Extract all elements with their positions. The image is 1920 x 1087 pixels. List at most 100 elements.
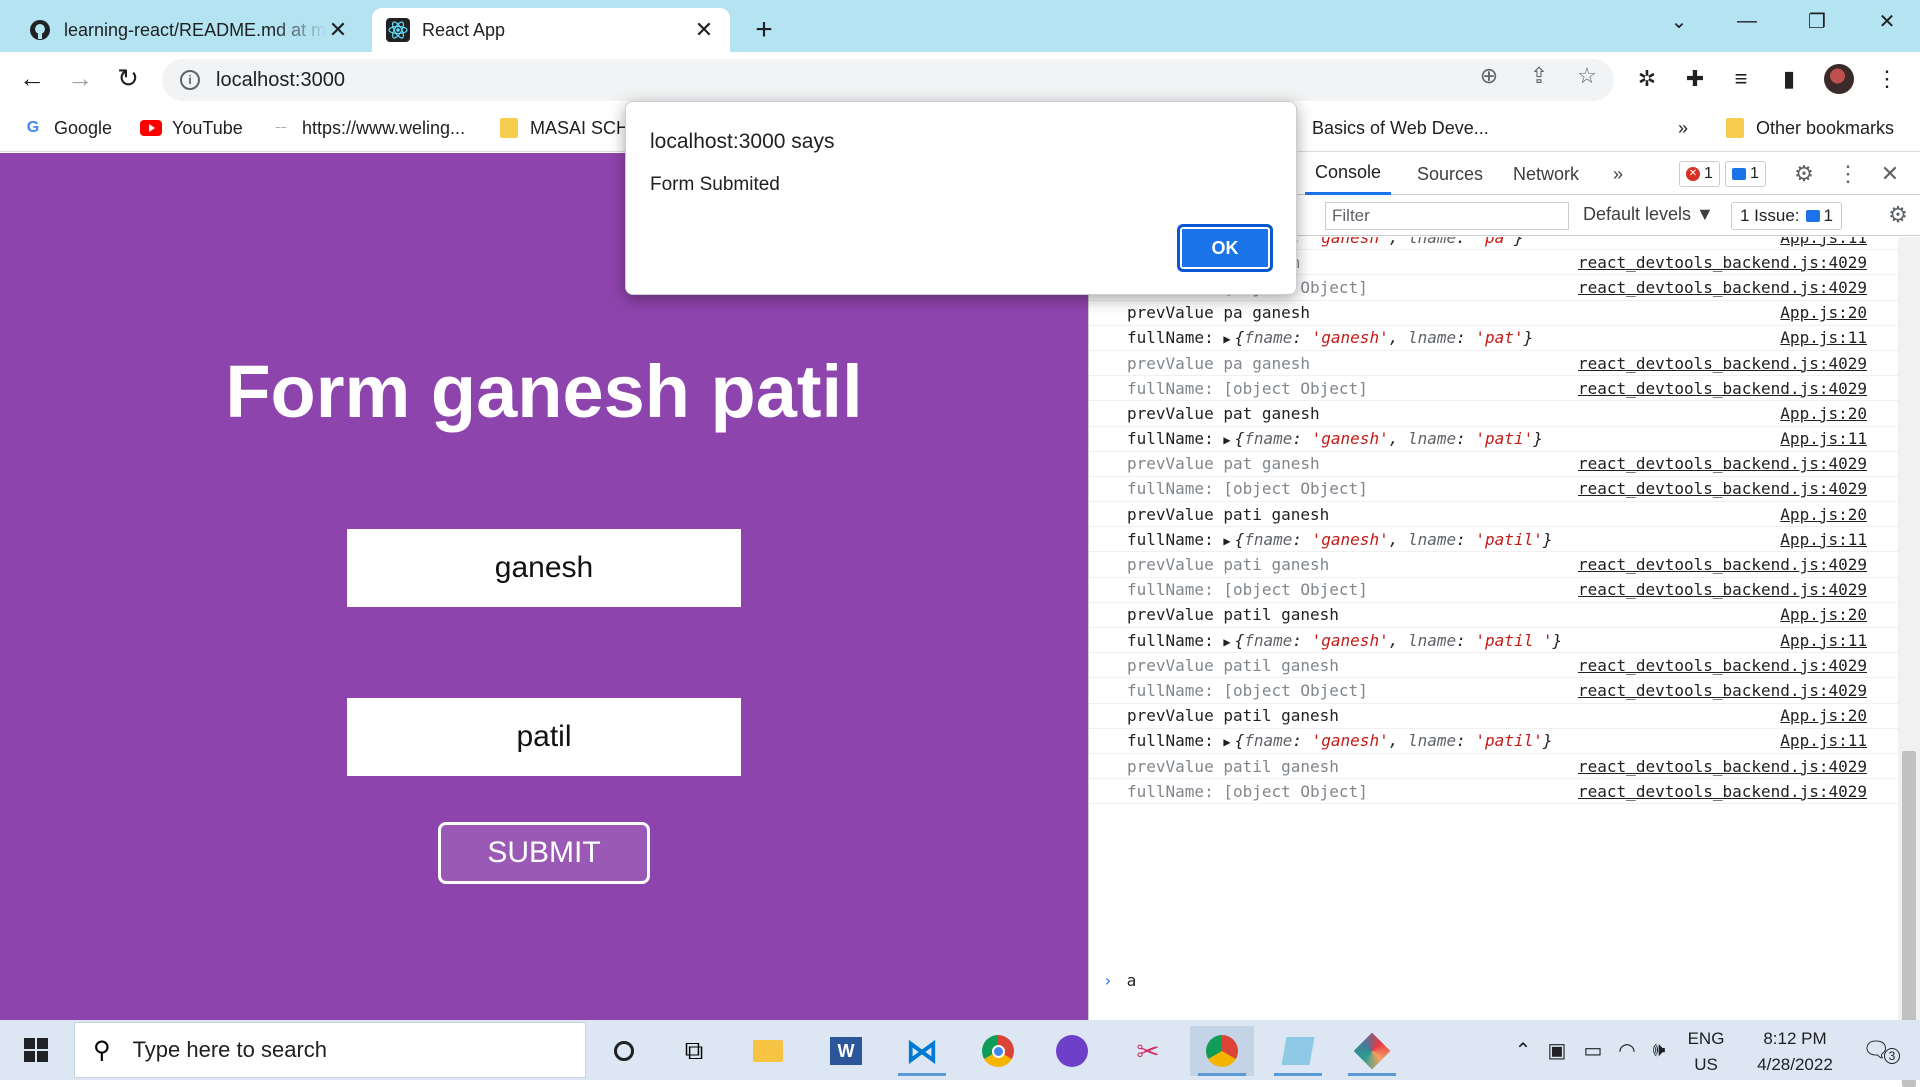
start-button[interactable] [0, 1020, 72, 1080]
source-link[interactable]: App.js:11 [1780, 237, 1867, 247]
tab-network[interactable]: Network [1513, 153, 1579, 195]
cortana-icon[interactable] [592, 1026, 656, 1076]
battery-icon[interactable]: ▭ [1576, 1020, 1610, 1080]
ok-button[interactable]: OK [1177, 224, 1273, 272]
source-link[interactable]: App.js:20 [1780, 303, 1867, 322]
task-view-icon[interactable]: ⧉ [662, 1026, 726, 1076]
new-tab-button[interactable]: + [746, 12, 782, 48]
device-icon[interactable]: ▣ [1542, 1020, 1572, 1080]
source-link[interactable]: App.js:11 [1780, 530, 1867, 549]
bookmarks-overflow-button[interactable]: » [1678, 114, 1688, 142]
site-info-icon[interactable]: i [180, 70, 200, 90]
source-link[interactable]: App.js:20 [1780, 605, 1867, 624]
reload-button[interactable]: ↻ [108, 58, 148, 98]
source-link[interactable]: react_devtools_backend.js:4029 [1578, 757, 1867, 776]
first-name-input[interactable] [347, 529, 741, 607]
tab-sources[interactable]: Sources [1417, 153, 1483, 195]
more-tabs-button[interactable]: » [1613, 153, 1623, 195]
last-name-input[interactable] [347, 698, 741, 776]
show-hidden-icons[interactable]: ⌃ [1508, 1020, 1538, 1080]
close-icon[interactable]: ✕ [692, 17, 716, 42]
bookmark-youtube[interactable]: YouTube [140, 114, 243, 142]
source-link[interactable]: react_devtools_backend.js:4029 [1578, 278, 1867, 297]
source-link[interactable]: react_devtools_backend.js:4029 [1578, 379, 1867, 398]
expand-triangle-icon[interactable]: ▶ [1223, 433, 1230, 447]
language-indicator[interactable]: ENG US [1684, 1026, 1728, 1078]
address-input[interactable] [214, 67, 1114, 93]
console-settings-icon[interactable]: ⚙ [1885, 202, 1911, 228]
filter-input[interactable] [1325, 202, 1569, 230]
volume-icon[interactable]: 🕪 [1644, 1020, 1674, 1080]
notifications-button[interactable]: 🗨 3 [1856, 1020, 1906, 1080]
close-icon[interactable]: ✕ [326, 17, 350, 42]
snipping-tool-icon[interactable]: ✂ [1116, 1026, 1180, 1076]
bookmark-basics-web[interactable]: Basics of Web Deve... [1312, 114, 1489, 142]
expand-triangle-icon[interactable]: ▶ [1223, 534, 1230, 548]
tab-react-app[interactable]: React App ✕ [372, 8, 730, 52]
tab-readme[interactable]: learning-react/README.md at main ✕ [14, 8, 364, 52]
vscode-icon[interactable]: ⋈ [890, 1026, 954, 1076]
minimize-button[interactable]: — [1712, 0, 1782, 42]
source-link[interactable]: react_devtools_backend.js:4029 [1578, 580, 1867, 599]
word-icon[interactable]: W [814, 1026, 878, 1076]
source-link[interactable]: App.js:20 [1780, 706, 1867, 725]
side-panel-icon[interactable]: ▮ [1774, 64, 1804, 94]
taskbar-search[interactable]: ⚲ [74, 1022, 586, 1078]
notepad-icon[interactable] [1266, 1026, 1330, 1076]
window-close-button[interactable]: ✕ [1852, 0, 1920, 42]
source-link[interactable]: react_devtools_backend.js:4029 [1578, 681, 1867, 700]
zoom-icon[interactable]: ⊕ [1472, 59, 1506, 93]
source-link[interactable]: App.js:11 [1780, 429, 1867, 448]
source-link[interactable]: react_devtools_backend.js:4029 [1578, 782, 1867, 801]
source-link[interactable]: App.js:11 [1780, 631, 1867, 650]
source-link[interactable]: react_devtools_backend.js:4029 [1578, 656, 1867, 675]
tab-search-icon[interactable]: ⌄ [1644, 0, 1714, 42]
settings-gear-icon[interactable]: ⚙ [1791, 161, 1817, 187]
restore-button[interactable]: ❐ [1782, 0, 1852, 42]
close-devtools-icon[interactable]: ✕ [1877, 161, 1903, 187]
address-bar[interactable]: i [162, 59, 1614, 101]
source-link[interactable]: App.js:20 [1780, 404, 1867, 423]
console-prompt[interactable]: › a [1089, 967, 1136, 993]
console-input[interactable]: a [1127, 971, 1137, 990]
source-link[interactable]: react_devtools_backend.js:4029 [1578, 454, 1867, 473]
menu-icon[interactable]: ⋮ [1872, 64, 1902, 94]
source-link[interactable]: react_devtools_backend.js:4029 [1578, 354, 1867, 373]
issues-button[interactable]: 1 Issue: 1 [1731, 202, 1843, 230]
expand-triangle-icon[interactable]: ▶ [1223, 735, 1230, 749]
expand-triangle-icon[interactable]: ▶ [1223, 635, 1230, 649]
source-link[interactable]: App.js:11 [1780, 328, 1867, 347]
source-link[interactable]: react_devtools_backend.js:4029 [1578, 555, 1867, 574]
source-link[interactable]: App.js:20 [1780, 505, 1867, 524]
error-count-badge[interactable]: ✕ 1 [1679, 161, 1720, 187]
media-control-icon[interactable]: ≡ [1726, 64, 1756, 94]
more-options-icon[interactable]: ⋮ [1835, 161, 1861, 187]
source-link[interactable]: react_devtools_backend.js:4029 [1578, 479, 1867, 498]
console-scrollbar[interactable] [1898, 237, 1920, 1087]
extensions-puzzle-icon[interactable]: ✚ [1680, 64, 1710, 94]
github-desktop-icon[interactable] [1040, 1026, 1104, 1076]
other-bookmarks[interactable]: Other bookmarks [1724, 114, 1894, 142]
bookmark-star-icon[interactable]: ☆ [1570, 59, 1604, 93]
clock[interactable]: 8:12 PM 4/28/2022 [1740, 1026, 1850, 1078]
log-levels-dropdown[interactable]: Default levels ▼ [1583, 204, 1714, 225]
message-count-badge[interactable]: 1 [1725, 161, 1766, 187]
file-explorer-icon[interactable] [736, 1026, 800, 1076]
bookmark-weling[interactable]: ~~ https://www.weling... [270, 114, 465, 142]
chrome-icon[interactable] [966, 1026, 1030, 1076]
forward-button[interactable]: → [60, 58, 100, 98]
expand-triangle-icon[interactable]: ▶ [1223, 332, 1230, 346]
bookmark-masai[interactable]: MASAI SCH [498, 114, 629, 142]
chrome-profile-icon[interactable] [1190, 1026, 1254, 1076]
profile-avatar[interactable] [1824, 64, 1854, 94]
back-button[interactable]: ← [12, 58, 52, 98]
wifi-icon[interactable]: ◠ [1612, 1020, 1642, 1080]
taskbar-search-input[interactable] [130, 1036, 531, 1064]
extension-bug-icon[interactable]: ✲ [1632, 64, 1662, 94]
paint-icon[interactable] [1340, 1026, 1404, 1076]
source-link[interactable]: App.js:11 [1780, 731, 1867, 750]
source-link[interactable]: react_devtools_backend.js:4029 [1578, 253, 1867, 272]
bookmark-google[interactable]: G Google [22, 114, 112, 142]
submit-button[interactable]: SUBMIT [438, 822, 650, 884]
tab-console[interactable]: Console [1305, 153, 1392, 195]
